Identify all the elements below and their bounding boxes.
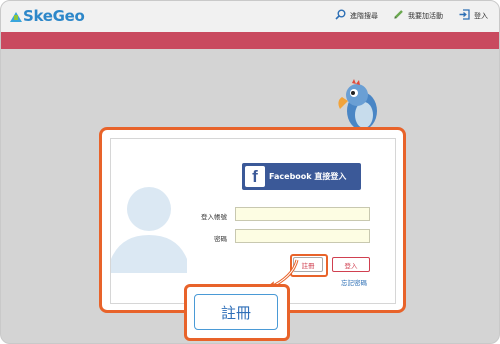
app-window: SkeGeo 進階搜尋 我要加活動 登入 f Facebook 直接登入 登入帳… — [0, 0, 500, 344]
register-zoom-button[interactable]: 註冊 — [194, 294, 278, 330]
register-zoom-callout: 註冊 — [184, 284, 290, 341]
